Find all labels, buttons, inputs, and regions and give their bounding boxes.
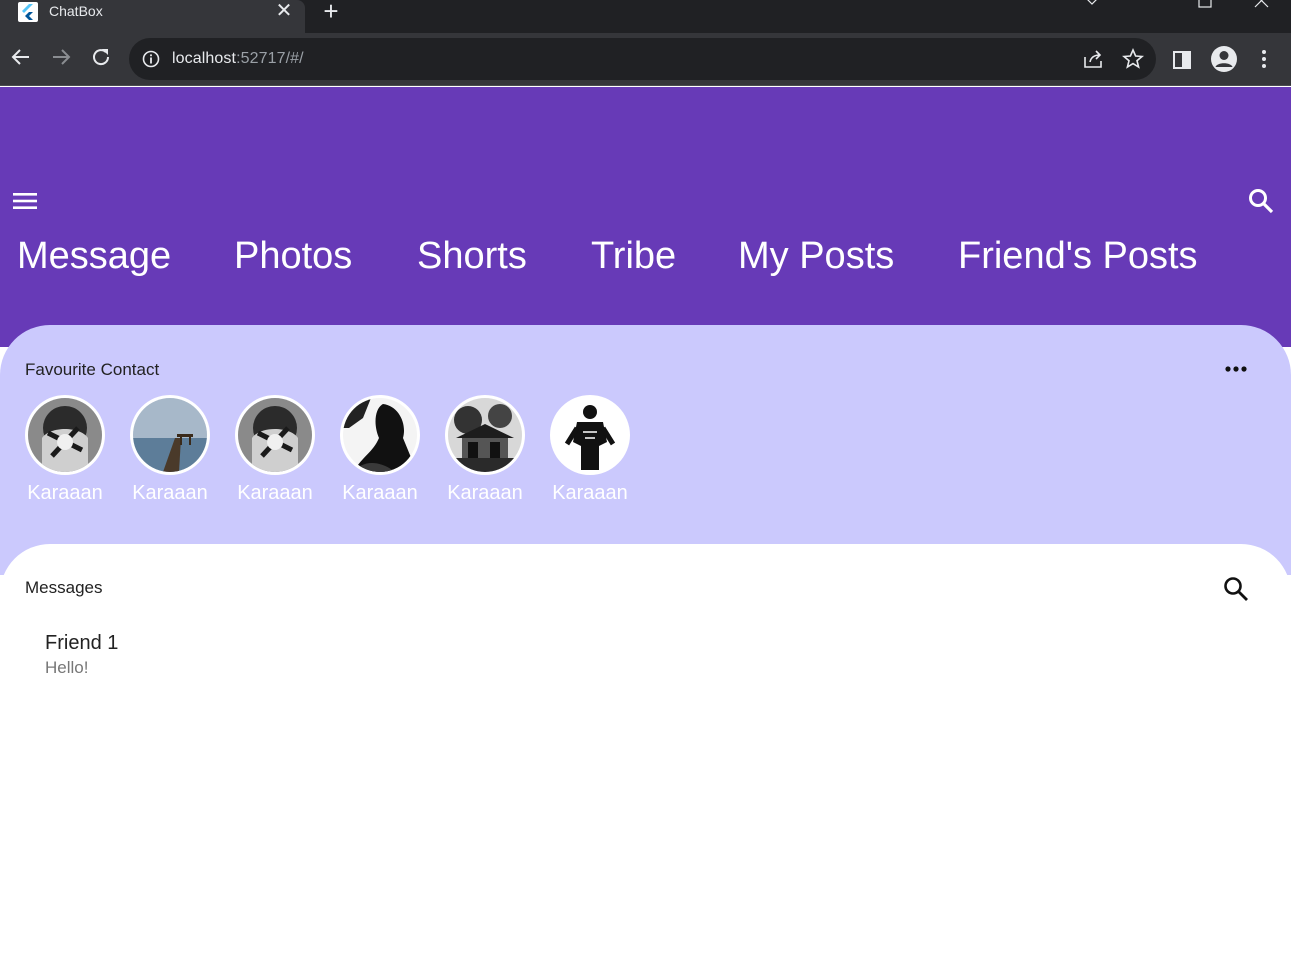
- address-bar[interactable]: localhost:52717/#/: [129, 38, 1156, 80]
- avatar[interactable]: [550, 395, 630, 475]
- reload-icon[interactable]: [89, 45, 113, 69]
- maximize-icon[interactable]: [1196, 0, 1216, 8]
- tab-friends-posts[interactable]: Friend's Posts: [958, 235, 1198, 278]
- favourite-contact[interactable]: Karaaan: [550, 395, 630, 505]
- window-close-icon[interactable]: [1252, 0, 1272, 8]
- messages-heading: Messages: [25, 578, 103, 597]
- tab-photos[interactable]: Photos: [234, 235, 352, 278]
- chevron-down-icon[interactable]: [1082, 0, 1102, 8]
- favourite-contact[interactable]: Karaaan: [130, 395, 210, 505]
- hamburger-menu-icon[interactable]: [11, 189, 39, 213]
- search-icon[interactable]: [1222, 575, 1250, 603]
- kebab-menu-icon[interactable]: [1254, 47, 1274, 71]
- tab-my-posts[interactable]: My Posts: [738, 235, 894, 278]
- back-arrow-icon[interactable]: [9, 45, 33, 69]
- share-icon[interactable]: [1082, 48, 1104, 70]
- star-icon[interactable]: [1122, 48, 1144, 70]
- browser-toolbar: localhost:52717/#/: [0, 33, 1291, 86]
- flutter-favicon-icon: [18, 2, 38, 22]
- tab-message[interactable]: Message: [17, 235, 171, 278]
- messages-panel: Messages Friend 1 Hello!: [0, 544, 1291, 967]
- favourite-contact[interactable]: Karaaan: [445, 395, 525, 505]
- favourite-contact-heading: Favourite Contact: [25, 360, 160, 379]
- app-bar: Message Photos Shorts Tribe My Posts Fri…: [0, 87, 1291, 347]
- contact-name: Karaaan: [552, 482, 628, 504]
- contact-name: Karaaan: [447, 482, 523, 504]
- avatar[interactable]: [130, 395, 210, 475]
- tab-shorts[interactable]: Shorts: [417, 235, 527, 278]
- tab-title: ChatBox: [49, 3, 103, 19]
- url-host: localhost: [172, 50, 237, 67]
- contact-name: Karaaan: [27, 482, 103, 504]
- side-panel-icon[interactable]: [1172, 49, 1194, 71]
- message-sender: Friend 1: [45, 632, 119, 654]
- avatar[interactable]: [445, 395, 525, 475]
- contact-name: Karaaan: [342, 482, 418, 504]
- avatar[interactable]: [25, 395, 105, 475]
- tab-tribe[interactable]: Tribe: [591, 235, 676, 278]
- new-tab-plus-icon[interactable]: +: [319, 0, 343, 24]
- tab-close-icon[interactable]: ✕: [274, 0, 294, 22]
- message-preview: Hello!: [45, 658, 89, 677]
- browser-tab-strip: ChatBox ✕ +: [0, 0, 1291, 33]
- info-icon[interactable]: [141, 49, 161, 69]
- search-icon[interactable]: [1247, 187, 1275, 215]
- avatar[interactable]: [340, 395, 420, 475]
- favourite-contact[interactable]: Karaaan: [25, 395, 105, 505]
- forward-arrow-icon[interactable]: [49, 45, 73, 69]
- more-horizontal-icon[interactable]: [1222, 361, 1250, 377]
- profile-icon[interactable]: [1210, 45, 1238, 73]
- list-item[interactable]: Friend 1 Hello!: [45, 632, 118, 678]
- favourite-contact[interactable]: Karaaan: [235, 395, 315, 505]
- favourite-contact[interactable]: Karaaan: [340, 395, 420, 505]
- browser-tab[interactable]: ChatBox ✕: [0, 0, 305, 33]
- url-path: :52717/#/: [236, 50, 304, 67]
- avatar[interactable]: [235, 395, 315, 475]
- favourite-contacts-panel: Favourite Contact Karaaan Karaaan Karaaa…: [0, 325, 1291, 575]
- url-text[interactable]: localhost:52717/#/: [172, 50, 304, 68]
- contact-name: Karaaan: [237, 482, 313, 504]
- contact-name: Karaaan: [132, 482, 208, 504]
